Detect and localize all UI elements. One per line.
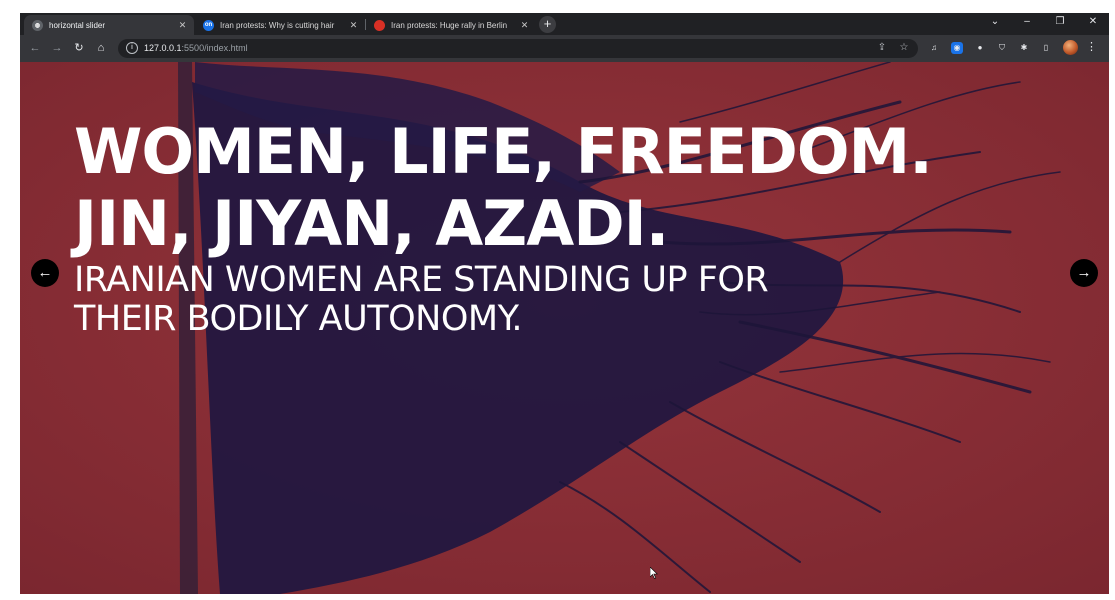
tab-iran-protests-hair[interactable]: on Iran protests: Why is cutting hair ✕ bbox=[195, 15, 365, 35]
close-tab-icon[interactable]: ✕ bbox=[519, 20, 530, 31]
tab-title: horizontal slider bbox=[49, 20, 106, 30]
globe-icon: ◍ bbox=[32, 19, 43, 31]
close-tab-icon[interactable]: ✕ bbox=[348, 20, 359, 31]
tab-title: Iran protests: Huge rally in Berlin bbox=[391, 20, 508, 30]
home-icon[interactable]: ⌂ bbox=[94, 41, 108, 55]
share-icon[interactable]: ⇪ bbox=[876, 42, 888, 53]
browser-window: ◍ horizontal slider ✕ on Iran protests: … bbox=[20, 13, 1109, 594]
browser-toolbar: ← → ↻ ⌂ i 127.0.0.1:5500/index.html ⇪ ☆ … bbox=[20, 35, 1109, 62]
address-url[interactable]: 127.0.0.1:5500/index.html bbox=[144, 43, 248, 53]
hero-text: WOMEN, LIFE, FREEDOM. JIN, JIYAN, AZADI.… bbox=[74, 115, 933, 339]
on-logo-icon: on bbox=[203, 19, 214, 31]
browser-menu-icon[interactable]: ⋮ bbox=[1086, 40, 1097, 53]
mouse-pointer-icon bbox=[650, 567, 658, 579]
extensions-puzzle-icon[interactable]: ✱ bbox=[1018, 42, 1030, 54]
back-arrow-icon[interactable]: ← bbox=[28, 41, 42, 55]
slider-next-button[interactable]: → bbox=[1070, 259, 1098, 287]
forward-arrow-icon[interactable]: → bbox=[50, 41, 64, 55]
tab-title: Iran protests: Why is cutting hair bbox=[220, 20, 335, 30]
new-tab-button[interactable]: + bbox=[539, 16, 556, 33]
reload-icon[interactable]: ↻ bbox=[72, 41, 86, 55]
headline-line-1: WOMEN, LIFE, FREEDOM. bbox=[74, 115, 933, 188]
restore-button[interactable]: ❐ bbox=[1053, 16, 1067, 27]
extension-eye-icon[interactable]: ◉ bbox=[951, 42, 963, 54]
site-info-icon[interactable]: i bbox=[126, 42, 138, 54]
minimize-button[interactable]: – bbox=[1020, 16, 1034, 27]
extension-icon[interactable]: ♫ bbox=[928, 42, 940, 54]
close-tab-icon[interactable]: ✕ bbox=[177, 20, 188, 31]
subline-line-1: IRANIAN WOMEN ARE STANDING UP FOR bbox=[74, 260, 769, 300]
bookmark-star-icon[interactable]: ☆ bbox=[898, 42, 910, 53]
side-panel-icon[interactable]: ▯ bbox=[1040, 42, 1052, 54]
slider-prev-button[interactable]: ← bbox=[31, 259, 59, 287]
news-logo-icon bbox=[374, 19, 385, 31]
subline-line-2: THEIR BODILY AUTONOMY. bbox=[74, 299, 522, 339]
extension-dot-icon[interactable]: ● bbox=[974, 42, 986, 54]
tab-iran-protests-berlin[interactable]: Iran protests: Huge rally in Berlin ✕ bbox=[366, 15, 536, 35]
extension-shield-icon[interactable]: ⛉ bbox=[996, 42, 1008, 54]
close-window-button[interactable]: ✕ bbox=[1086, 16, 1100, 27]
page-viewport: WOMEN, LIFE, FREEDOM. JIN, JIYAN, AZADI.… bbox=[20, 62, 1109, 594]
url-host: 127.0.0.1 bbox=[144, 43, 182, 53]
tab-horizontal-slider[interactable]: ◍ horizontal slider ✕ bbox=[24, 15, 194, 35]
url-path: :5500/index.html bbox=[181, 43, 248, 53]
tab-search-chevron-icon[interactable]: ⌄ bbox=[988, 16, 1002, 27]
headline-line-2: JIN, JIYAN, AZADI. bbox=[74, 187, 669, 260]
address-bar[interactable]: i 127.0.0.1:5500/index.html ⇪ ☆ bbox=[118, 39, 918, 58]
profile-avatar[interactable] bbox=[1063, 40, 1078, 55]
tab-strip: ◍ horizontal slider ✕ on Iran protests: … bbox=[20, 13, 1109, 35]
